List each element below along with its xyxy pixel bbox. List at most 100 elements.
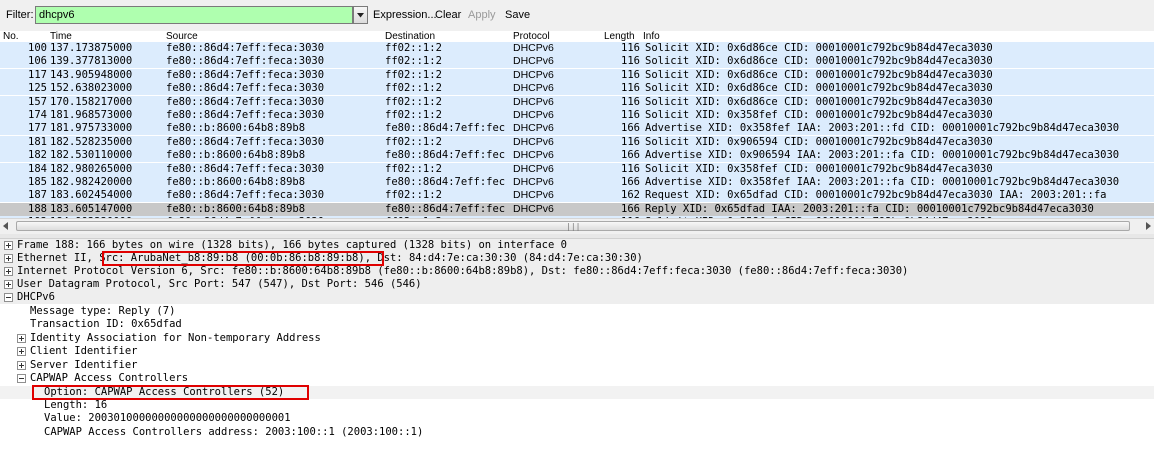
cell-number: 177 <box>28 122 47 135</box>
cell-source: fe80::86d4:7eff:feca:3030 <box>166 189 325 202</box>
cell-time: 139.377813000 <box>50 55 133 68</box>
expand-icon[interactable] <box>4 254 13 263</box>
expression-button[interactable]: Expression... <box>373 9 437 21</box>
packet-list-header: No. Time Source Destination Protocol Len… <box>0 31 1154 42</box>
cell-source: fe80::86d4:7eff:feca:3030 <box>166 162 325 175</box>
cell-time: 182.528235000 <box>50 135 133 148</box>
expand-icon[interactable] <box>17 334 26 343</box>
cell-destination: fe80::86d4:7eff:fec <box>385 176 506 188</box>
collapse-icon[interactable] <box>17 374 26 383</box>
cell-number: 157 <box>28 95 47 108</box>
column-header-info[interactable]: Info <box>643 31 660 42</box>
scrollbar-thumb[interactable]: ||| <box>16 221 1130 231</box>
packet-row[interactable]: 182 182.530110000 fe80::b:8600:64b8:89b8 fe… <box>0 149 1154 163</box>
cell-info: Request XID: 0x65dfad CID: 00010001c792b… <box>645 189 1107 202</box>
cell-source: fe80::b:8600:64b8:89b8 <box>166 122 306 135</box>
filter-input[interactable]: dhcpv6 <box>35 6 353 24</box>
packet-row[interactable]: 100 137.173875000 fe80::86d4:7eff:feca:303… <box>0 42 1154 55</box>
tree-node-dhcpv6[interactable]: DHCPv6 <box>0 291 1154 304</box>
cell-protocol: DHCPv6 <box>513 42 554 54</box>
client-identifier-label: Client Identifier <box>30 345 138 357</box>
tree-node-udp[interactable]: User Datagram Protocol, Src Port: 547 (5… <box>0 278 1154 291</box>
ethernet-destination: , Dst: 84:d4:7e:ca:30:30 (84:d4:7e:ca:30… <box>364 252 643 264</box>
packet-row[interactable]: 185 182.982420000 fe80::b:8600:64b8:89b8 fe… <box>0 176 1154 189</box>
cell-time: 183.605147000 <box>50 202 133 215</box>
cell-length: 116 <box>621 162 640 175</box>
cell-number: 117 <box>28 68 47 81</box>
save-button[interactable]: Save <box>505 9 530 21</box>
collapse-icon[interactable] <box>4 293 13 302</box>
tree-item-transaction-id[interactable]: Transaction ID: 0x65dfad <box>0 318 1154 331</box>
tree-node-capwap[interactable]: CAPWAP Access Controllers <box>0 372 1154 385</box>
packet-row[interactable]: 174 181.968573000 fe80::86d4:7eff:feca:303… <box>0 109 1154 122</box>
cell-length: 166 <box>621 202 640 215</box>
tree-node-ia-na[interactable]: Identity Association for Non-temporary A… <box>0 332 1154 345</box>
cell-protocol: DHCPv6 <box>513 176 554 188</box>
apply-button[interactable]: Apply <box>468 9 496 21</box>
ia-na-label: Identity Association for Non-temporary A… <box>30 332 321 344</box>
tree-node-client-identifier[interactable]: Client Identifier <box>0 345 1154 358</box>
cell-time: 170.158217000 <box>50 95 133 108</box>
cell-destination: ff02::1:2 <box>385 135 442 148</box>
tree-node-server-identifier[interactable]: Server Identifier <box>0 359 1154 372</box>
packet-row[interactable]: 125 152.638023000 fe80::86d4:7eff:feca:303… <box>0 82 1154 96</box>
expand-icon[interactable] <box>4 280 13 289</box>
cell-source: fe80::b:8600:64b8:89b8 <box>166 149 306 162</box>
message-type: Message type: Reply (7) <box>30 305 176 317</box>
filter-history-dropdown[interactable] <box>353 6 368 24</box>
cell-number: 184 <box>28 162 47 175</box>
cell-time: 181.975733000 <box>50 122 133 135</box>
packet-row[interactable]: 177 181.975733000 fe80::b:8600:64b8:89b8 fe… <box>0 122 1154 136</box>
cell-destination: ff02::1:2 <box>385 109 442 121</box>
column-header-length[interactable]: Length <box>604 31 635 42</box>
expand-icon[interactable] <box>4 267 13 276</box>
cell-number: 188 <box>28 202 47 215</box>
cell-number: 185 <box>28 176 47 188</box>
cell-destination: fe80::86d4:7eff:fec <box>385 122 506 135</box>
packet-row[interactable]: 181 182.528235000 fe80::86d4:7eff:feca:303… <box>0 135 1154 149</box>
filter-toolbar: Filter: dhcpv6 Expression... Clear Apply… <box>0 0 1154 32</box>
tree-item-value[interactable]: Value: 20030100000000000000000000000001 <box>0 412 1154 425</box>
cell-destination: fe80::86d4:7eff:fec <box>385 202 506 215</box>
packet-row[interactable]: 117 143.905948000 fe80::86d4:7eff:feca:303… <box>0 68 1154 82</box>
tree-item-length[interactable]: Length: 16 <box>0 399 1154 412</box>
cell-destination: ff02::1:2 <box>385 95 442 108</box>
packet-row[interactable]: 157 170.158217000 fe80::86d4:7eff:feca:303… <box>0 95 1154 109</box>
cell-number: 106 <box>28 55 47 68</box>
cell-protocol: DHCPv6 <box>513 122 554 135</box>
scroll-right-arrow-icon[interactable] <box>1145 222 1151 230</box>
cell-info: Solicit XID: 0x6d86ce CID: 00010001c792b… <box>645 95 993 108</box>
packet-list-horizontal-scrollbar[interactable]: ||| <box>0 218 1154 234</box>
packet-row[interactable]: 188 183.605147000 fe80::b:8600:64b8:89b8 fe… <box>0 202 1154 216</box>
cell-number: 187 <box>28 189 47 202</box>
expand-icon[interactable] <box>17 347 26 356</box>
column-header-protocol[interactable]: Protocol <box>513 31 550 42</box>
packet-row[interactable]: 184 182.980265000 fe80::86d4:7eff:feca:303… <box>0 162 1154 176</box>
cell-time: 183.602454000 <box>50 189 133 202</box>
packet-row[interactable]: 106 139.377813000 fe80::86d4:7eff:feca:303… <box>0 55 1154 69</box>
column-header-source[interactable]: Source <box>166 31 198 42</box>
cell-time: 182.980265000 <box>50 162 133 175</box>
cell-info: Solicit XID: 0x6d86ce CID: 00010001c792b… <box>645 42 993 54</box>
tree-item-capwap-address[interactable]: CAPWAP Access Controllers address: 2003:… <box>0 426 1154 439</box>
scroll-left-arrow-icon[interactable] <box>3 222 9 230</box>
cell-destination: ff02::1:2 <box>385 162 442 175</box>
packet-details-tree: Frame 188: 166 bytes on wire (1328 bits)… <box>0 239 1154 460</box>
cell-number: 174 <box>28 109 47 121</box>
tree-node-ipv6[interactable]: Internet Protocol Version 6, Src: fe80::… <box>0 265 1154 278</box>
tree-item-message-type[interactable]: Message type: Reply (7) <box>0 305 1154 318</box>
cell-info: Solicit XID: 0x358fef CID: 00010001c792b… <box>645 109 993 121</box>
cell-protocol: DHCPv6 <box>513 189 554 202</box>
cell-destination: ff02::1:2 <box>385 82 442 95</box>
cell-destination: ff02::1:2 <box>385 55 442 68</box>
expand-icon[interactable] <box>17 361 26 370</box>
column-header-no[interactable]: No. <box>3 31 19 42</box>
column-header-time[interactable]: Time <box>50 31 72 42</box>
cell-info: Reply XID: 0x65dfad IAA: 2003:201::fa CI… <box>645 202 1094 215</box>
capwap-address: CAPWAP Access Controllers address: 2003:… <box>44 426 424 438</box>
column-header-destination[interactable]: Destination <box>385 31 435 42</box>
cell-info: Solicit XID: 0x358fef CID: 00010001c792b… <box>645 162 993 175</box>
expand-icon[interactable] <box>4 241 13 250</box>
clear-button[interactable]: Clear <box>435 9 461 21</box>
packet-row[interactable]: 187 183.602454000 fe80::86d4:7eff:feca:303… <box>0 189 1154 203</box>
